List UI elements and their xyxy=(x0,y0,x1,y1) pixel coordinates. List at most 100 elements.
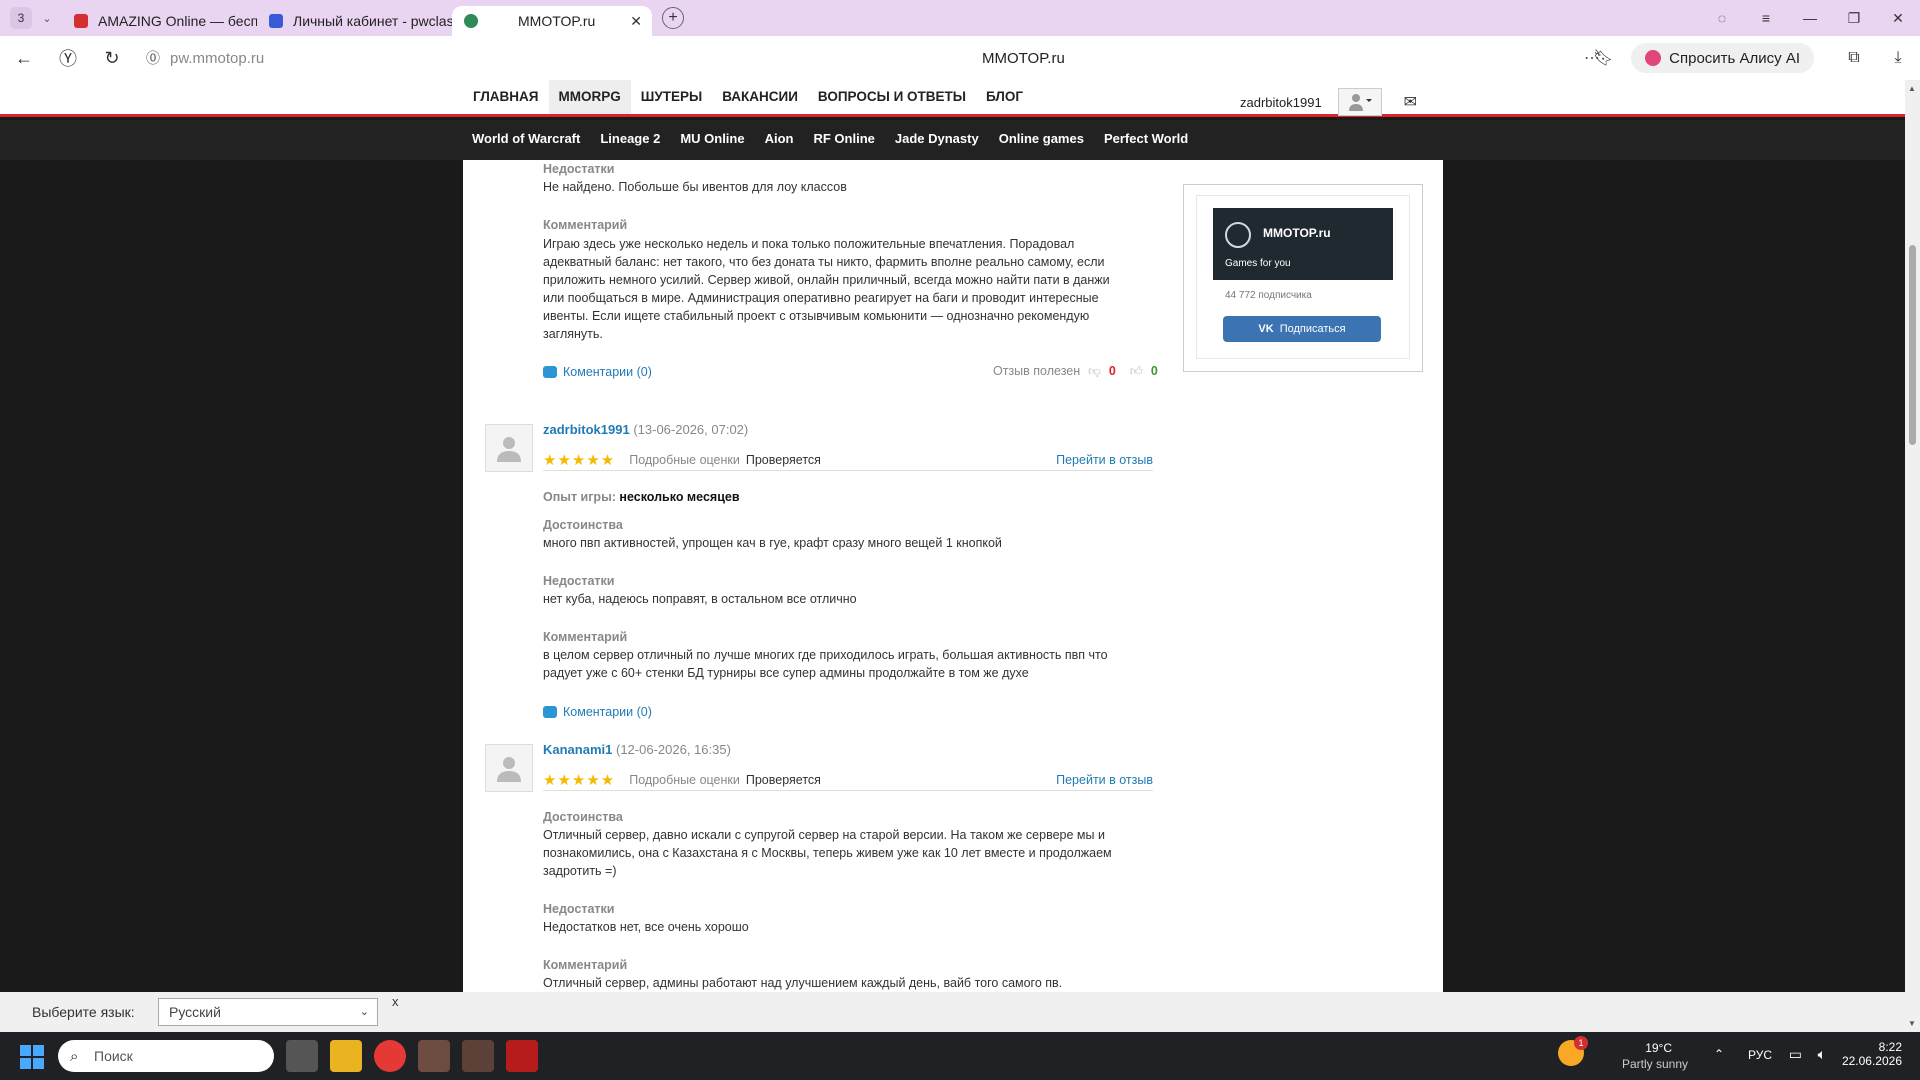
page-scrollbar[interactable]: ▲ ▼ xyxy=(1905,80,1920,1032)
subnav-online-games[interactable]: Online games xyxy=(999,120,1084,158)
game-launcher-icon[interactable] xyxy=(506,1040,538,1072)
cons-label: Недостатки xyxy=(543,162,615,176)
url-box[interactable]: ⓪ pw.mmotop.ru MMOTOP.ru ⋯ xyxy=(140,43,1600,73)
cons-text: нет куба, надеюсь поправят, в остальном … xyxy=(543,592,857,606)
nav-qa[interactable]: ВОПРОСЫ И ОТВЕТЫ xyxy=(808,80,976,114)
language-select[interactable]: Русский ⌄ xyxy=(158,998,378,1026)
network-icon[interactable]: ▭ xyxy=(1789,1046,1802,1063)
comment-label: Комментарий xyxy=(543,958,628,972)
game-app-icon[interactable] xyxy=(462,1040,494,1072)
mail-icon[interactable]: ✉ xyxy=(1404,92,1417,112)
clock[interactable]: 8:22 22.06.2026 xyxy=(1842,1040,1902,1068)
tab-count-badge[interactable]: 3 xyxy=(10,7,32,29)
user-avatar-dropdown[interactable] xyxy=(1337,88,1382,116)
subnav-mu-online[interactable]: MU Online xyxy=(680,120,744,158)
bookmark-icon[interactable]: 🔖︎ xyxy=(1593,48,1613,68)
downloads-icon[interactable]: ⤓ xyxy=(1876,49,1920,67)
dislike-count: 0 xyxy=(1108,364,1116,378)
thumb-down-icon[interactable]: 👎︎ xyxy=(1088,364,1101,379)
widget-banner[interactable]: MMOTOP.ru Games for you xyxy=(1213,208,1393,280)
taskbar-search[interactable]: ⌕ Поиск xyxy=(58,1040,274,1072)
subnav-jade-dynasty[interactable]: Jade Dynasty xyxy=(895,120,979,158)
experience-label: Опыт игры: xyxy=(543,490,616,504)
subnav-perfect-world[interactable]: Perfect World xyxy=(1104,120,1188,158)
tab-mmotop[interactable]: MMOTOP.ru ✕ xyxy=(452,6,652,36)
game-app-icon[interactable] xyxy=(418,1040,450,1072)
subnav-aion[interactable]: Aion xyxy=(765,120,794,158)
menu-icon[interactable]: ≡ xyxy=(1744,10,1788,26)
subnav-lineage2[interactable]: Lineage 2 xyxy=(600,120,660,158)
review-status: Проверяется xyxy=(745,772,821,787)
reload-icon[interactable]: ↻ xyxy=(90,48,134,69)
rating-stars: ★★★★★ xyxy=(543,451,616,469)
review-author-line: zadrbitok1991 (13-06-2026, 07:02) xyxy=(543,422,748,437)
windows-start-icon[interactable] xyxy=(20,1045,44,1069)
nav-mmorpg[interactable]: MMORPG xyxy=(548,80,631,114)
thumb-up-icon[interactable]: 👍︎ xyxy=(1130,364,1143,379)
avatar[interactable] xyxy=(485,424,533,472)
review-author[interactable]: zadrbitok1991 xyxy=(543,422,630,437)
cons-label: Недостатки xyxy=(543,902,615,916)
minimize-icon[interactable]: — xyxy=(1788,10,1832,26)
close-language-bar[interactable]: x xyxy=(392,994,399,1009)
alice-label: Спросить Алису AI xyxy=(1669,49,1800,67)
vk-icon: VK xyxy=(1258,323,1274,335)
goto-review-link[interactable]: Перейти в отзыв xyxy=(1056,773,1153,787)
nav-shooters[interactable]: ШУТЕРЫ xyxy=(631,80,712,114)
default-avatar-icon xyxy=(497,437,521,462)
page-title: MMOTOP.ru xyxy=(982,49,1065,67)
goto-review-link[interactable]: Перейти в отзыв xyxy=(1056,453,1153,467)
tab-label: Личный кабинет - pwclas xyxy=(293,13,452,29)
site-info-icon[interactable]: ⓪ xyxy=(146,48,160,68)
avatar[interactable] xyxy=(485,744,533,792)
new-tab-button[interactable]: + xyxy=(662,7,684,29)
tab-pwclas[interactable]: Личный кабинет - pwclas xyxy=(257,6,452,36)
detailed-ratings-label[interactable]: Подробные оценки xyxy=(629,453,740,467)
username[interactable]: zadrbitok1991 xyxy=(1240,95,1322,110)
ask-alice-button[interactable]: Спросить Алису AI xyxy=(1631,43,1814,73)
nav-vacancies[interactable]: ВАКАНСИИ xyxy=(712,80,808,114)
cons-text: Недостатков нет, все очень хорошо xyxy=(543,920,749,934)
comment-icon xyxy=(543,706,557,718)
tab-amazing[interactable]: AMAZING Online — беспл xyxy=(62,6,257,36)
chevron-up-icon[interactable]: ⌃ xyxy=(1714,1047,1724,1061)
comments-link[interactable]: Коментарии (0) xyxy=(543,704,1143,719)
widget-slogan: Games for you xyxy=(1225,258,1291,269)
tabs-dropdown-icon[interactable]: ⌄ xyxy=(32,12,62,25)
subnav-wow[interactable]: World of Warcraft xyxy=(472,120,580,158)
weather-icon[interactable]: 1 xyxy=(1558,1036,1588,1066)
profile-icon[interactable]: ◌ xyxy=(1700,10,1744,26)
mmotop-logo-icon xyxy=(1225,222,1251,248)
weather-temp: 19°C xyxy=(1645,1041,1672,1055)
comment-label: Комментарий xyxy=(543,630,628,644)
back-arrow-icon[interactable]: ← xyxy=(2,48,46,69)
tab-label: AMAZING Online — беспл xyxy=(98,13,257,29)
browser-tab-bar: 3 ⌄ AMAZING Online — беспл Личный кабине… xyxy=(0,0,1920,36)
reviews-content: Недостатки Не найдено. Побольше бы ивент… xyxy=(463,160,1443,992)
collections-icon[interactable]: ⧉ xyxy=(1832,49,1876,67)
input-language[interactable]: РУС xyxy=(1748,1048,1772,1062)
language-selected: Русский xyxy=(169,1004,221,1020)
yandex-browser-icon[interactable] xyxy=(374,1040,406,1072)
scroll-up-icon[interactable]: ▲ xyxy=(1908,84,1916,93)
volume-icon[interactable]: 🔈︎ xyxy=(1818,1046,1826,1063)
scroll-down-icon[interactable]: ▼ xyxy=(1908,1019,1916,1028)
detailed-ratings-label[interactable]: Подробные оценки xyxy=(629,773,740,787)
review-author[interactable]: Kananami1 xyxy=(543,742,612,757)
window-controls: ◌ ≡ — ❐ ✕ xyxy=(1700,0,1920,36)
restore-icon[interactable]: ❐ xyxy=(1832,10,1876,27)
close-tab-icon[interactable]: ✕ xyxy=(630,13,642,30)
close-window-icon[interactable]: ✕ xyxy=(1876,10,1920,27)
subnav-rf-online[interactable]: RF Online xyxy=(813,120,874,158)
file-explorer-icon[interactable] xyxy=(330,1040,362,1072)
task-view-icon[interactable] xyxy=(286,1040,318,1072)
subscribe-button[interactable]: VK Подписаться xyxy=(1223,316,1381,342)
yandex-icon[interactable]: Ⓨ xyxy=(46,45,90,71)
scrollbar-thumb[interactable] xyxy=(1909,245,1916,445)
nav-blog[interactable]: БЛОГ xyxy=(976,80,1033,114)
comment-icon xyxy=(543,366,557,378)
nav-home[interactable]: ГЛАВНАЯ xyxy=(463,80,549,114)
url-text[interactable]: pw.mmotop.ru xyxy=(170,50,264,67)
user-box: zadrbitok1991 ✉ xyxy=(1240,88,1417,116)
widget-name: MMOTOP.ru xyxy=(1263,226,1331,240)
